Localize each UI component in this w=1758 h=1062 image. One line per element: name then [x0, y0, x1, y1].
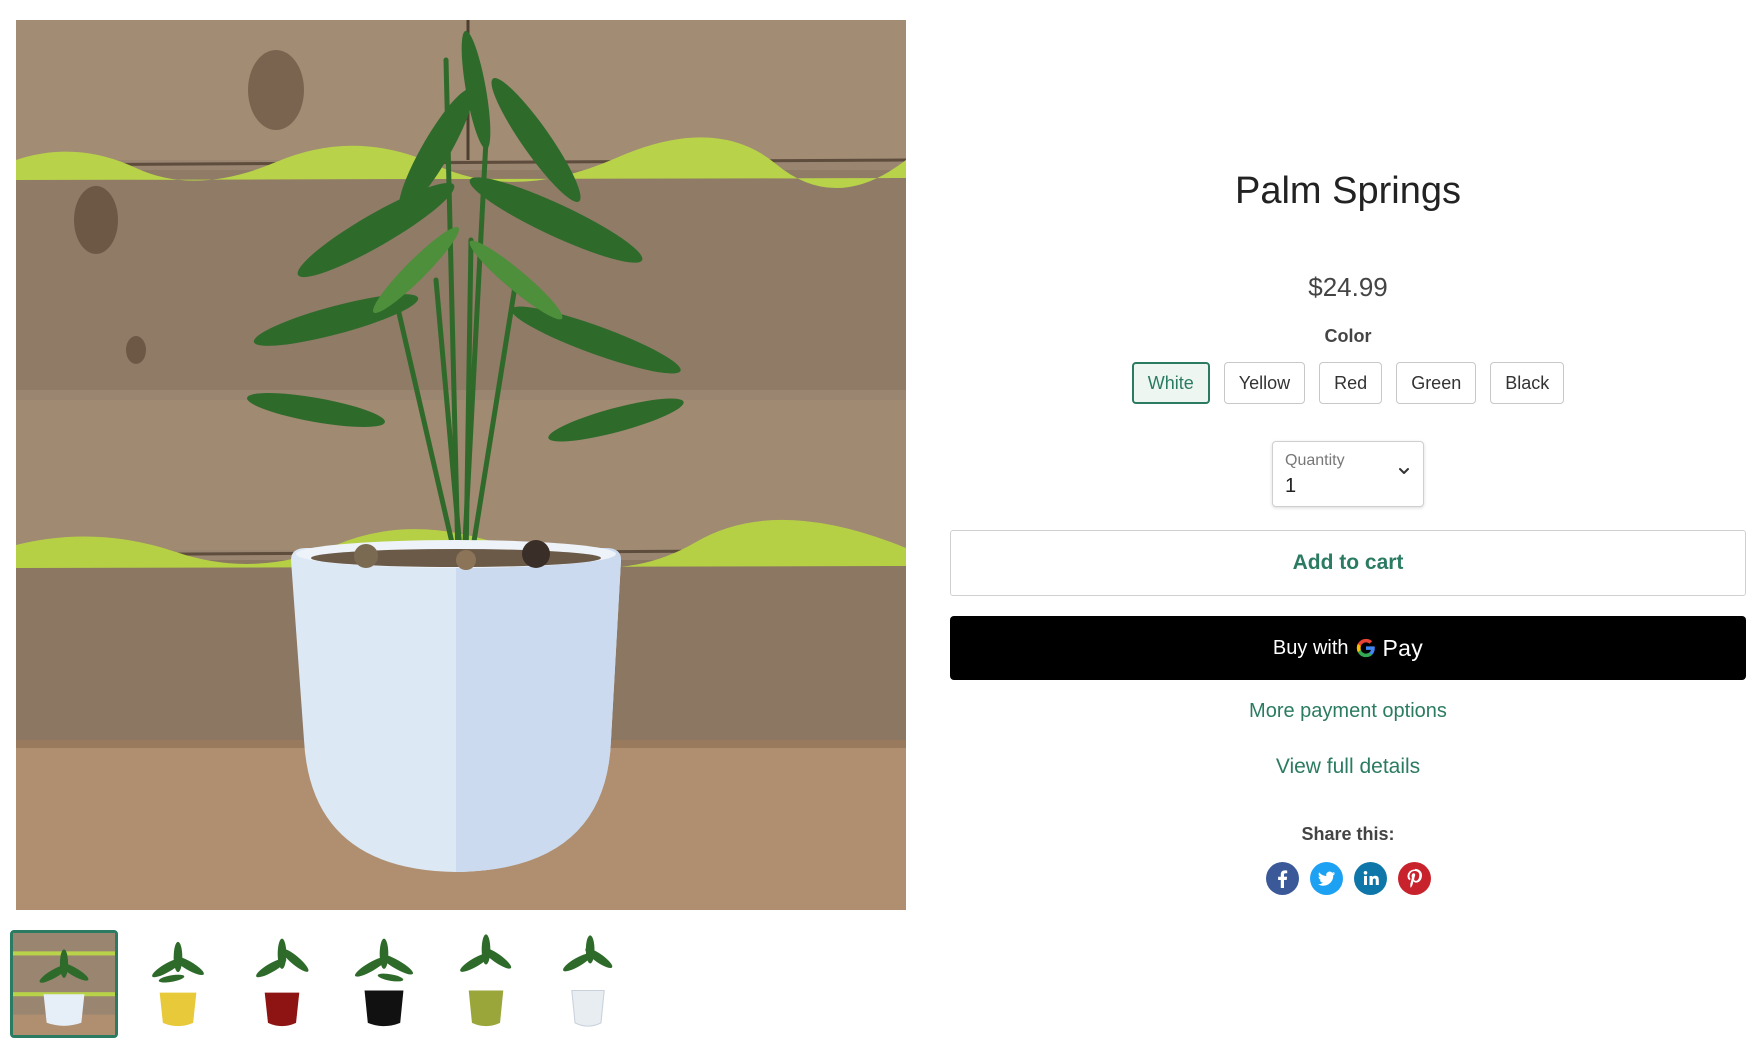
color-option-black[interactable]: Black	[1490, 362, 1565, 404]
facebook-icon[interactable]	[1265, 862, 1299, 895]
facebook-icon-graphic	[1265, 862, 1299, 895]
add-to-cart-button[interactable]: Add to cart	[950, 530, 1746, 596]
pinterest-icon[interactable]	[1397, 862, 1431, 895]
linkedin-icon-graphic	[1353, 862, 1387, 895]
color-option-label: Color	[1324, 326, 1372, 346]
thumbnail-6[interactable]	[534, 930, 642, 1038]
thumbnail-4[interactable]	[330, 930, 438, 1038]
thumbnail-image	[563, 935, 613, 1027]
twitter-icon[interactable]	[1309, 862, 1343, 895]
thumbnail-1[interactable]	[10, 930, 118, 1038]
thumbnail-image	[256, 938, 309, 1027]
thumbnail-image	[152, 941, 204, 1027]
gpay-brand: Pay	[1382, 634, 1424, 661]
share-label: Share this:	[1301, 824, 1395, 844]
color-option-green[interactable]: Green	[1396, 362, 1477, 404]
google-g-icon	[1356, 638, 1375, 658]
buy-with-gpay-button[interactable]: Buy with Pay	[950, 616, 1746, 680]
thumbnail-image	[460, 934, 512, 1027]
twitter-icon-graphic	[1309, 862, 1343, 895]
color-option-white[interactable]: White	[1131, 362, 1210, 404]
product-photo	[16, 20, 906, 910]
product-price: $24.99	[1308, 272, 1388, 302]
thumbnail-image	[13, 933, 115, 1035]
gpay-prefix: Buy with	[1272, 636, 1349, 659]
quantity-select[interactable]: Quantity 1	[1272, 441, 1424, 507]
chevron-down-icon	[1399, 468, 1409, 474]
more-payment-options-link[interactable]: More payment options	[950, 700, 1746, 723]
product-info-panel: Palm Springs $24.99 Color White Yellow R…	[950, 0, 1746, 1062]
quantity-value: 1	[1285, 475, 1297, 497]
product-title: Palm Springs	[1235, 170, 1461, 212]
product-main-image[interactable]	[16, 20, 906, 910]
thumbnail-5[interactable]	[432, 930, 540, 1038]
view-full-details-link[interactable]: View full details	[950, 755, 1746, 779]
share-icons	[950, 862, 1746, 895]
thumbnail-strip	[10, 930, 910, 1042]
color-option-red[interactable]: Red	[1319, 362, 1383, 404]
thumbnail-3[interactable]	[228, 930, 336, 1038]
color-option-yellow[interactable]: Yellow	[1223, 362, 1306, 404]
thumbnail-2[interactable]	[124, 930, 232, 1038]
pinterest-icon-graphic	[1397, 862, 1431, 895]
quantity-label: Quantity	[1285, 452, 1345, 469]
linkedin-icon[interactable]	[1353, 862, 1387, 895]
color-swatches: White Yellow Red Green Black	[950, 362, 1746, 404]
thumbnail-image	[354, 938, 414, 1027]
